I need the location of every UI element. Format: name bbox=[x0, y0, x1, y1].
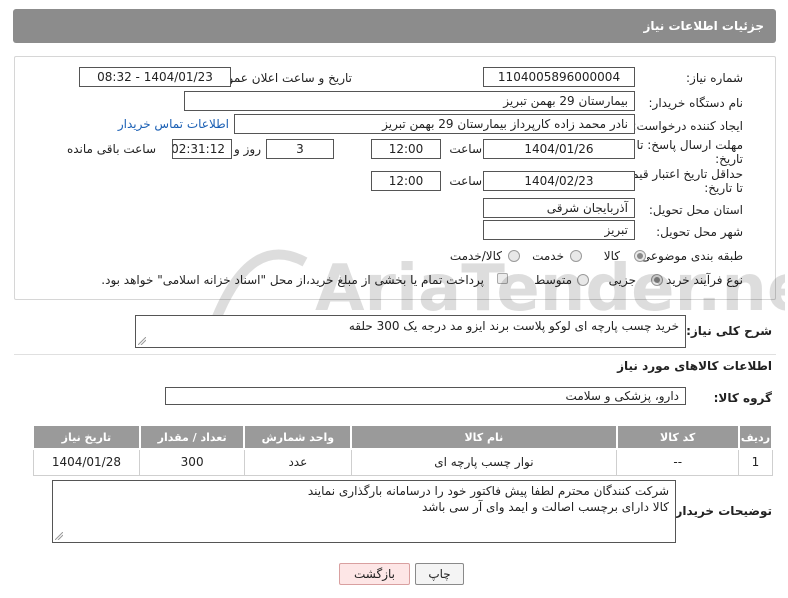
buyer-org-label: نام دستگاه خریدار: bbox=[648, 96, 744, 110]
col-header-qty: تعداد / مقدار bbox=[138, 424, 246, 450]
remaining-time-label: ساعت باقی مانده bbox=[66, 142, 156, 156]
description-textarea: خرید چسب پارچه ای لوکو پلاست برند ایزو م… bbox=[135, 315, 686, 348]
city-label: شهر محل تحویل: bbox=[656, 225, 743, 239]
days-remaining-field: 3 bbox=[266, 139, 334, 159]
city-field: تبریز bbox=[483, 220, 635, 240]
category-option-service: خدمت bbox=[532, 249, 564, 263]
province-field: آذربایجان شرقی bbox=[483, 198, 635, 218]
col-header-name: نام کالا bbox=[350, 424, 618, 450]
remaining-time-field: 02:31:12 bbox=[172, 139, 232, 159]
goods-section-title: اطلاعات کالاهای مورد نیاز bbox=[617, 359, 772, 373]
category-radio-goods-service[interactable] bbox=[508, 250, 520, 262]
process-radio-minor[interactable] bbox=[651, 274, 663, 286]
validity-time-label: ساعت bbox=[449, 174, 482, 188]
table-header-row: ردیف کد کالا نام کالا واحد شمارش تعداد /… bbox=[32, 424, 774, 450]
goods-table: ردیف کد کالا نام کالا واحد شمارش تعداد /… bbox=[32, 424, 774, 476]
process-option-minor: جزیی bbox=[608, 273, 636, 287]
col-header-date: تاریخ نیاز bbox=[32, 424, 141, 450]
process-option-medium: متوسط bbox=[534, 273, 572, 287]
reply-deadline-label-2: تاریخ: bbox=[715, 152, 743, 166]
back-button[interactable]: بازگشت bbox=[339, 563, 410, 585]
buyer-notes-label: توضیحات خریدار: bbox=[670, 504, 772, 518]
section-divider bbox=[14, 354, 776, 355]
category-option-goods-service: کالا/خدمت bbox=[449, 249, 502, 263]
reply-time-label: ساعت bbox=[449, 142, 482, 156]
validity-time-field: 12:00 bbox=[371, 171, 441, 191]
cell-date: 1404/01/28 bbox=[32, 448, 141, 476]
category-radio-goods[interactable] bbox=[634, 250, 646, 262]
creator-field: نادر محمد زاده کارپرداز بیمارستان 29 بهم… bbox=[234, 114, 635, 134]
process-type-label: نوع فرآیند خرید : bbox=[658, 273, 743, 287]
description-label: شرح کلی نیاز: bbox=[686, 324, 772, 338]
creator-label: ایجاد کننده درخواست: bbox=[632, 119, 743, 133]
resize-grip-icon[interactable] bbox=[55, 532, 63, 540]
buyer-notes-line-2: کالا دارای برچسب اصالت و ایمد وای آر سی … bbox=[422, 500, 669, 514]
reply-time-field: 12:00 bbox=[371, 139, 441, 159]
category-option-goods: کالا bbox=[603, 249, 620, 263]
cell-row-number: 1 bbox=[738, 448, 773, 476]
validity-date-field: 1404/02/23 bbox=[483, 171, 635, 191]
price-validity-label-2: تا تاریخ: bbox=[704, 181, 743, 195]
payment-note: پرداخت تمام یا بخشی از مبلغ خرید،از محل … bbox=[101, 273, 484, 287]
description-text: خرید چسب پارچه ای لوکو پلاست برند ایزو م… bbox=[348, 319, 679, 333]
buyer-org-field: بیمارستان 29 بهمن تبریز bbox=[184, 91, 635, 111]
buyer-notes-line-1: شرکت کنندگان محترم لطفا پیش فاکتور خود ر… bbox=[307, 484, 669, 498]
cell-unit: عدد bbox=[243, 448, 352, 476]
buyer-contact-link[interactable]: اطلاعات تماس خریدار bbox=[118, 117, 229, 131]
table-row: 1 -- نوار چسب پارچه ای عدد 300 1404/01/2… bbox=[32, 448, 773, 476]
category-radio-service[interactable] bbox=[570, 250, 582, 262]
cell-qty: 300 bbox=[139, 448, 245, 476]
province-label: استان محل تحویل: bbox=[648, 203, 743, 217]
price-validity-label: حداقل تاریخ اعتبار قیمت: bbox=[616, 167, 743, 181]
reply-deadline-label: مهلت ارسال پاسخ: تا bbox=[636, 138, 743, 152]
goods-group-field: دارو، پزشکی و سلامت bbox=[165, 387, 686, 405]
days-label: روز و bbox=[234, 142, 261, 156]
cell-name: نوار چسب پارچه ای bbox=[350, 448, 618, 476]
page-header: جزئیات اطلاعات نیاز bbox=[13, 9, 776, 43]
treasury-checkbox[interactable] bbox=[497, 273, 508, 284]
reply-date-field: 1404/01/26 bbox=[483, 139, 635, 159]
category-label: طبقه بندی موضوعی: bbox=[636, 249, 743, 263]
announce-date-field: 1404/01/23 - 08:32 bbox=[79, 67, 231, 87]
col-header-unit: واحد شمارش bbox=[243, 424, 353, 450]
print-button[interactable]: چاپ bbox=[415, 563, 464, 585]
col-header-code: کد کالا bbox=[615, 424, 740, 450]
need-number-field: 1104005896000004 bbox=[483, 67, 635, 87]
cell-code: -- bbox=[616, 448, 740, 476]
page-title: جزئیات اطلاعات نیاز bbox=[643, 19, 764, 33]
goods-group-label: گروه کالا: bbox=[713, 391, 772, 405]
need-number-label: شماره نیاز: bbox=[686, 71, 743, 85]
process-radio-medium[interactable] bbox=[577, 274, 589, 286]
resize-grip-icon[interactable] bbox=[138, 337, 146, 345]
buyer-notes-textarea: شرکت کنندگان محترم لطفا پیش فاکتور خود ر… bbox=[52, 480, 676, 543]
col-header-row-number: ردیف bbox=[737, 424, 774, 450]
